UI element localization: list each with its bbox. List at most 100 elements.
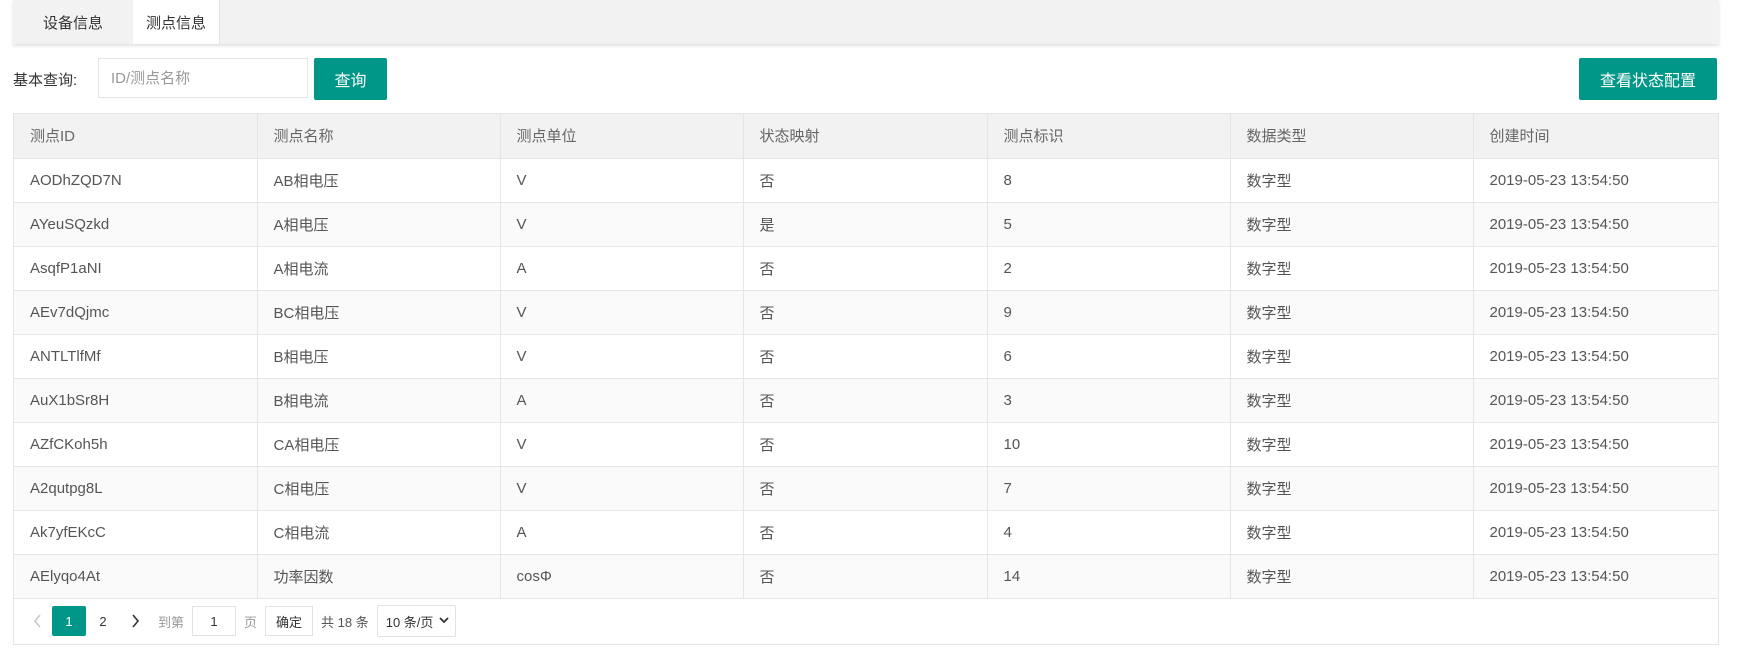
tab-device-info-label: 设备信息 bbox=[42, 14, 103, 32]
table-cell: 2019-05-23 13:54:50 bbox=[1473, 202, 1718, 247]
table-cell: 3 bbox=[987, 378, 1231, 423]
search-input[interactable] bbox=[98, 58, 308, 98]
query-button[interactable]: 查询 bbox=[314, 58, 387, 100]
table-row[interactable]: A2qutpg8L C相电压 V 否 7 数字型 2019-05-23 13:54:50 bbox=[14, 466, 1718, 511]
table-row[interactable]: AEv7dQjmc BC相电压 V 否 9 数字型 2019-05-23 13:54:50 bbox=[14, 290, 1718, 335]
table-cell: 否 bbox=[743, 246, 988, 291]
table-cell: AEv7dQjmc bbox=[14, 290, 258, 335]
table-cell: 2019-05-23 13:54:50 bbox=[1473, 290, 1718, 335]
table-cell: 6 bbox=[987, 334, 1231, 379]
total-count: 共 18 条 bbox=[321, 614, 369, 630]
column-header: 测点ID bbox=[14, 114, 258, 159]
table-cell: 8 bbox=[987, 158, 1231, 203]
table-row[interactable]: AElyqo4At 功率因数 cosΦ 否 14 数字型 2019-05-23 13:54:… bbox=[14, 554, 1718, 599]
goto-label: 到第 bbox=[158, 614, 185, 630]
table-row[interactable]: Ak7yfEKcC C相电流 A 否 4 数字型 2019-05-23 13:54:50 bbox=[14, 510, 1718, 555]
table-cell: AODhZQD7N bbox=[14, 158, 258, 203]
table-cell: C相电压 bbox=[257, 466, 501, 511]
table-cell: 数字型 bbox=[1230, 334, 1474, 379]
table-cell: AZfCKoh5h bbox=[14, 422, 258, 467]
table-row[interactable]: AuX1bSr8H B相电流 A 否 3 数字型 2019-05-23 13:54:50 bbox=[14, 378, 1718, 423]
table-cell: 2019-05-23 13:54:50 bbox=[1473, 378, 1718, 423]
table-cell: 数字型 bbox=[1230, 554, 1474, 599]
table-cell: 10 bbox=[987, 422, 1231, 467]
table-cell: AsqfP1aNI bbox=[14, 246, 258, 291]
chevron-down-icon bbox=[439, 615, 450, 627]
table-cell: 否 bbox=[743, 466, 988, 511]
table-cell: 数字型 bbox=[1230, 158, 1474, 203]
tab-device-info[interactable]: 设备信息 bbox=[13, 0, 133, 44]
table-row[interactable]: ANTLTlfMf B相电压 V 否 6 数字型 2019-05-23 13:54:50 bbox=[14, 334, 1718, 379]
goto-confirm-button[interactable]: 确定 bbox=[265, 606, 314, 636]
table-cell: 7 bbox=[987, 466, 1231, 511]
table-cell: BC相电压 bbox=[257, 290, 501, 335]
query-label: 基本查询: bbox=[13, 72, 78, 89]
table-row[interactable]: AYeuSQzkd A相电压 V 是 5 数字型 2019-05-23 13:54:50 bbox=[14, 202, 1718, 247]
table-header-row: 测点ID 测点名称 测点单位 状态映射 测点标识 数据类型 创建时间 bbox=[14, 114, 1718, 159]
table-cell: A bbox=[500, 378, 744, 423]
table-cell: 4 bbox=[987, 510, 1231, 555]
table-cell: AuX1bSr8H bbox=[14, 378, 258, 423]
table-cell: 2019-05-23 13:54:50 bbox=[1473, 422, 1718, 467]
column-header: 状态映射 bbox=[743, 114, 988, 159]
table-cell: V bbox=[500, 334, 744, 379]
table-cell: 否 bbox=[743, 158, 988, 203]
table-cell: 数字型 bbox=[1230, 246, 1474, 291]
table-cell: V bbox=[500, 466, 744, 511]
table-cell: V bbox=[500, 158, 744, 203]
column-header: 数据类型 bbox=[1230, 114, 1474, 159]
table-cell: 数字型 bbox=[1230, 378, 1474, 423]
table-cell: A相电压 bbox=[257, 202, 501, 247]
table-cell: 数字型 bbox=[1230, 466, 1474, 511]
column-header: 测点名称 bbox=[257, 114, 501, 159]
table-cell: 2 bbox=[987, 246, 1231, 291]
table-cell: 否 bbox=[743, 334, 988, 379]
table-cell: CA相电压 bbox=[257, 422, 501, 467]
table-cell: 2019-05-23 13:54:50 bbox=[1473, 246, 1718, 291]
table-cell: 数字型 bbox=[1230, 202, 1474, 247]
table-cell: A2qutpg8L bbox=[14, 466, 258, 511]
table-cell: 2019-05-23 13:54:50 bbox=[1473, 510, 1718, 555]
table-cell: A相电流 bbox=[257, 246, 501, 291]
table-cell: ANTLTlfMf bbox=[14, 334, 258, 379]
chevron-right-icon[interactable] bbox=[120, 606, 150, 636]
table-cell: C相电流 bbox=[257, 510, 501, 555]
table-cell: 5 bbox=[987, 202, 1231, 247]
table-cell: 2019-05-23 13:54:50 bbox=[1473, 158, 1718, 203]
chevron-left-icon[interactable] bbox=[22, 606, 52, 636]
table-row[interactable]: AsqfP1aNI A相电流 A 否 2 数字型 2019-05-23 13:54:50 bbox=[14, 246, 1718, 291]
table-row[interactable]: AZfCKoh5h CA相电压 V 否 10 数字型 2019-05-23 13:54:50 bbox=[14, 422, 1718, 467]
table-cell: 否 bbox=[743, 290, 988, 335]
table-cell: B相电流 bbox=[257, 378, 501, 423]
table-cell: 数字型 bbox=[1230, 510, 1474, 555]
column-header: 测点标识 bbox=[987, 114, 1231, 159]
table-cell: cosΦ bbox=[500, 554, 744, 599]
pagination: 12 到第 页 确定 共 18 条 10 条/页 bbox=[14, 599, 1718, 644]
table-cell: 是 bbox=[743, 202, 988, 247]
page-size-select[interactable]: 10 条/页 bbox=[376, 605, 457, 637]
page-unit-label: 页 bbox=[244, 614, 258, 630]
table-cell: V bbox=[500, 422, 744, 467]
table-cell: 否 bbox=[743, 554, 988, 599]
goto-page-input[interactable] bbox=[192, 606, 237, 636]
table-cell: 数字型 bbox=[1230, 422, 1474, 467]
page-number-button[interactable]: 2 bbox=[86, 606, 120, 636]
table-cell: 否 bbox=[743, 422, 988, 467]
table-cell: A bbox=[500, 246, 744, 291]
table-cell: 否 bbox=[743, 510, 988, 555]
page-root: 设备信息 测点信息 基本查询: 查询 查看状态配置 测点ID测点名称测点单位状态… bbox=[0, 0, 1743, 663]
table-cell: 9 bbox=[987, 290, 1231, 335]
table-cell: V bbox=[500, 290, 744, 335]
table-row[interactable]: AODhZQD7N AB相电压 V 否 8 数字型 2019-05-23 13:54:50 bbox=[14, 158, 1718, 203]
page-number-button[interactable]: 1 bbox=[52, 606, 86, 636]
table-cell: Ak7yfEKcC bbox=[14, 510, 258, 555]
table-cell: AYeuSQzkd bbox=[14, 202, 258, 247]
view-status-config-button[interactable]: 查看状态配置 bbox=[1579, 58, 1717, 100]
table-cell: AElyqo4At bbox=[14, 554, 258, 599]
column-header: 测点单位 bbox=[500, 114, 744, 159]
table-cell: 14 bbox=[987, 554, 1231, 599]
points-table: 测点ID 测点名称 测点单位 状态映射 测点标识 数据类型 创建时间 AODhZQD7N AB… bbox=[13, 113, 1719, 645]
column-header: 创建时间 bbox=[1473, 114, 1718, 159]
table-cell: 2019-05-23 13:54:50 bbox=[1473, 554, 1718, 599]
tab-point-info[interactable]: 测点信息 bbox=[133, 0, 220, 44]
